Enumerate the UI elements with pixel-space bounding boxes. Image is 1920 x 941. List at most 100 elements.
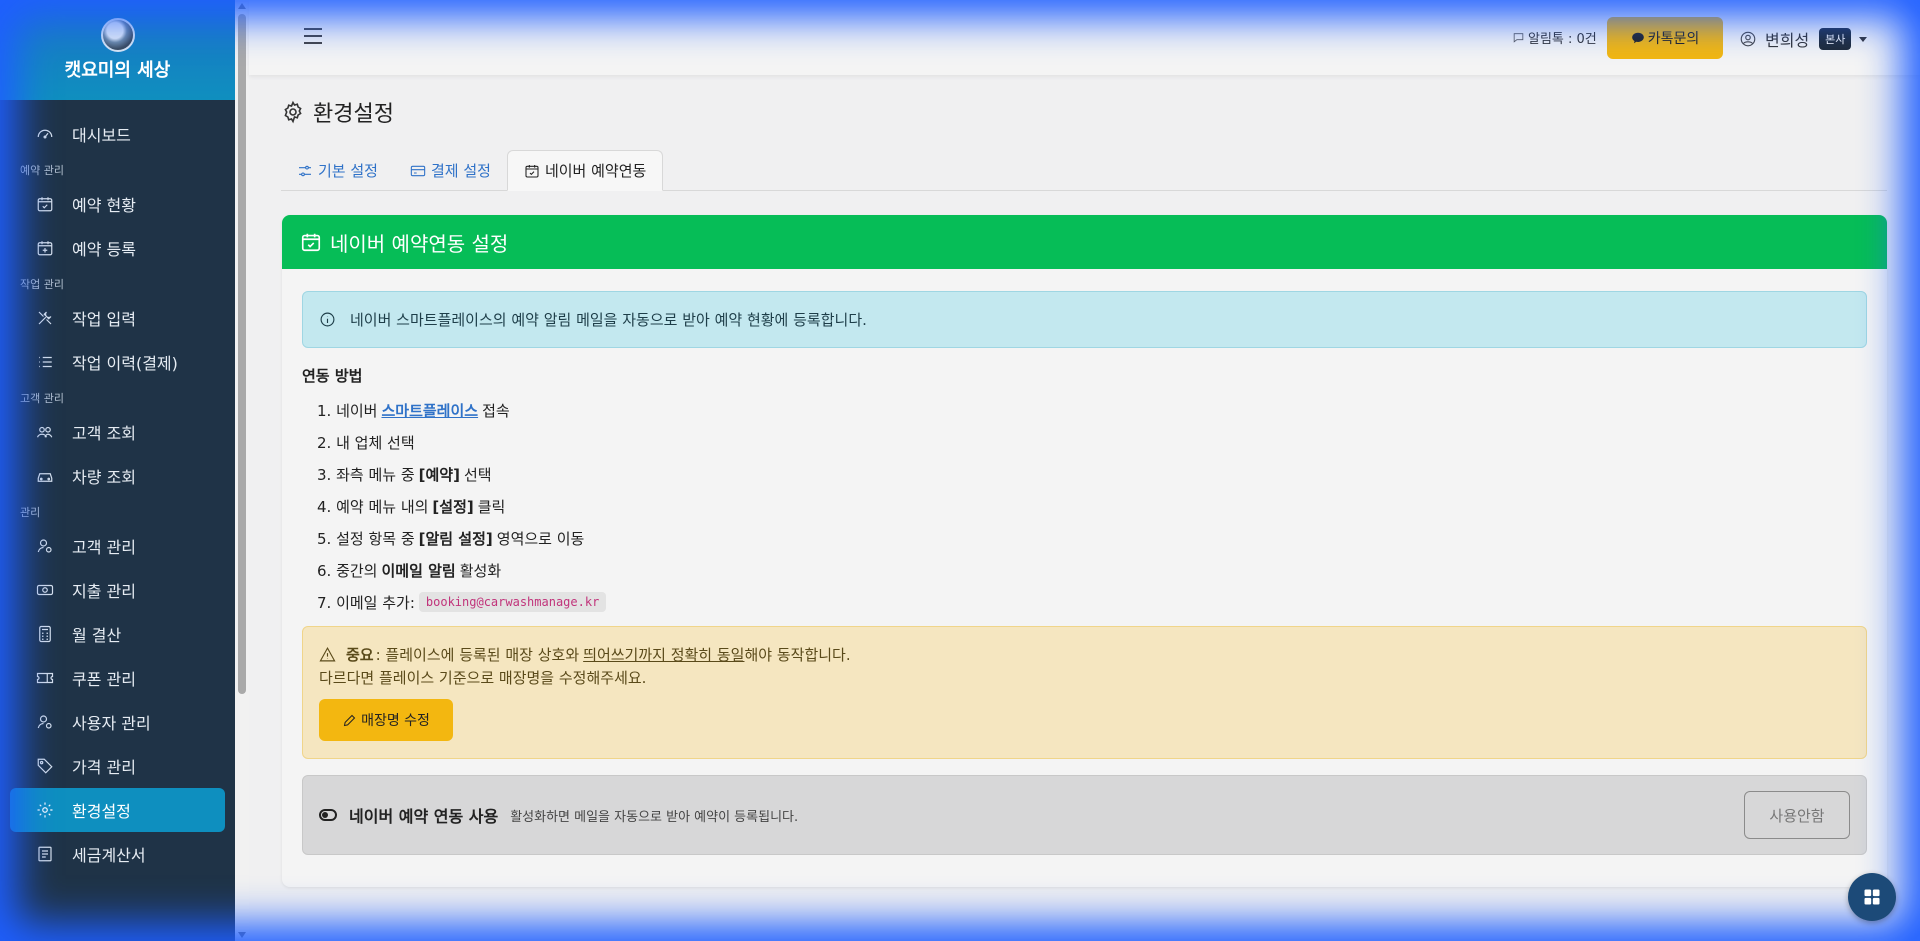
sidebar-scrollbar[interactable]: [235, 0, 249, 941]
sidebar-brand[interactable]: 캣요미의 세상: [0, 0, 235, 100]
user-circle-icon: [1739, 30, 1757, 48]
card-body: 네이버 스마트플레이스의 예약 알림 메일을 자동으로 받아 예약 현황에 등록…: [282, 269, 1887, 855]
warning-text: : 플레이스에 등록된 매장 상호와: [375, 645, 580, 664]
list-icon: [34, 351, 56, 373]
scroll-up-arrow[interactable]: [238, 3, 246, 9]
step-bold: 이메일 알림: [381, 561, 456, 580]
sidebar-item-customer-lookup[interactable]: 고객 조회: [10, 410, 225, 454]
user-gear-icon: [34, 535, 56, 557]
sidebar-item-coupon[interactable]: 쿠폰 관리: [10, 656, 225, 700]
dashboard-icon: [34, 123, 56, 145]
tab-label: 네이버 예약연동: [544, 162, 647, 180]
sidebar-item-label: 월 결산: [72, 626, 122, 645]
cash-icon: [34, 579, 56, 601]
method-title: 연동 방법: [302, 367, 363, 385]
card-header: 네이버 예약연동 설정: [282, 215, 1887, 269]
step-bold: [설정]: [432, 497, 474, 516]
step-text: 클릭: [477, 497, 506, 516]
step-2: 2. 내 업체 선택: [317, 426, 1867, 458]
chat-bubble-icon: [1631, 32, 1644, 44]
sidebar-list: 대시보드 예약 관리 예약 현황 예약 등록 작업 관리 작업 입력 작업 이력…: [0, 100, 235, 876]
sidebar-item-work-history[interactable]: 작업 이력(결제): [10, 340, 225, 384]
brand-avatar: [100, 18, 135, 52]
step-6: 6. 중간의 이메일 알림 활성화: [317, 554, 1867, 586]
sidebar-item-label: 대시보드: [72, 126, 131, 145]
steps-list: 1. 네이버 스마트플레이스 접속 2. 내 업체 선택 3. 좌측 메뉴 중 …: [302, 394, 1867, 618]
sidebar-item-label: 고객 관리: [72, 538, 136, 557]
toggle-use-button[interactable]: 사용안함: [1744, 791, 1850, 839]
info-alert-text: 네이버 스마트플레이스의 예약 알림 메일을 자동으로 받아 예약 현황에 등록…: [350, 311, 867, 329]
calendar-plus-icon: [34, 237, 56, 259]
scroll-down-arrow[interactable]: [238, 932, 246, 938]
sidebar-item-dashboard[interactable]: 대시보드: [10, 112, 225, 156]
step-bold: [알림 설정]: [418, 529, 493, 548]
booking-email-code: booking@carwashmanage.kr: [418, 592, 607, 612]
main-content: 알림톡 : 0건 카톡문의 변희성 본사 환경설정 기본 설정 결제 설정 네이…: [249, 0, 1920, 941]
credit-card-icon: [410, 165, 426, 176]
sidebar-item-customer-manage[interactable]: 고객 관리: [10, 524, 225, 568]
sidebar-item-work-input[interactable]: 작업 입력: [10, 296, 225, 340]
tab-naver-booking[interactable]: 네이버 예약연동: [506, 150, 664, 191]
chevron-down-icon: [1859, 36, 1868, 42]
toggle-icon: [319, 809, 337, 821]
scroll-thumb[interactable]: [238, 14, 246, 694]
step-text: 활성화: [459, 561, 502, 580]
edit-store-name-button[interactable]: 매장명 수정: [319, 699, 453, 741]
step-text: 3. 좌측 메뉴 중: [317, 465, 415, 484]
hamburger-menu-icon[interactable]: [304, 28, 322, 44]
kakao-inquiry-button[interactable]: 카톡문의: [1607, 17, 1723, 59]
kakao-notice[interactable]: 알림톡 : 0건: [1512, 28, 1597, 47]
sidebar-item-label: 작업 이력(결제): [72, 354, 178, 373]
apps-grid-button[interactable]: [1848, 873, 1896, 921]
sidebar-item-label: 작업 입력: [72, 310, 136, 329]
step-4: 4. 예약 메뉴 내의 [설정] 클릭: [317, 490, 1867, 522]
sidebar-item-monthly-settlement[interactable]: 월 결산: [10, 612, 225, 656]
smartplace-link[interactable]: 스마트플레이스: [381, 400, 478, 421]
sidebar-item-reservation-status[interactable]: 예약 현황: [10, 182, 225, 226]
page-title-text: 환경설정: [313, 102, 394, 127]
warning-bold: 중요: [346, 645, 374, 664]
warning-text: 해야 동작합니다.: [744, 645, 851, 664]
calendar-check-icon: [301, 233, 321, 252]
sidebar-item-label: 지출 관리: [72, 582, 136, 601]
sidebar-item-expense[interactable]: 지출 관리: [10, 568, 225, 612]
tab-basic-settings[interactable]: 기본 설정: [281, 150, 394, 191]
pencil-icon: [343, 714, 356, 726]
sidebar-item-user-manage[interactable]: 사용자 관리: [10, 700, 225, 744]
tab-payment-settings[interactable]: 결제 설정: [394, 150, 507, 191]
sidebar-item-vehicle-lookup[interactable]: 차량 조회: [10, 454, 225, 498]
sidebar: 캣요미의 세상 대시보드 예약 관리 예약 현황 예약 등록 작업 관리 작업 …: [0, 0, 235, 941]
sidebar-section-reservation: 예약 관리: [20, 164, 64, 177]
naver-booking-card: 네이버 예약연동 설정 네이버 스마트플레이스의 예약 알림 메일을 자동으로 …: [282, 215, 1887, 887]
kakao-inquiry-label: 카톡문의: [1647, 31, 1700, 47]
sidebar-item-settings[interactable]: 환경설정: [10, 788, 225, 832]
tools-icon: [34, 307, 56, 329]
calendar-check-icon: [34, 193, 56, 215]
warning-line-1: 중요 : 플레이스에 등록된 매장 상호와 띄어쓰기까지 정확히 동일 해야 동…: [319, 643, 1850, 665]
sidebar-section-customer: 고객 관리: [20, 392, 64, 405]
user-name: 변희성: [1765, 31, 1810, 50]
calculator-icon: [34, 623, 56, 645]
sidebar-item-label: 사용자 관리: [72, 714, 151, 733]
gear-icon: [284, 100, 302, 124]
sidebar-item-tax-invoice[interactable]: 세금계산서: [10, 832, 225, 876]
warning-line-2: 다르다면 플레이스 기준으로 매장명을 수정해주세요.: [319, 668, 647, 687]
sidebar-section-work: 작업 관리: [20, 278, 64, 291]
sidebar-item-label: 세금계산서: [72, 846, 146, 865]
sidebar-item-label: 쿠폰 관리: [72, 670, 136, 689]
sidebar-item-price[interactable]: 가격 관리: [10, 744, 225, 788]
sidebar-item-reservation-register[interactable]: 예약 등록: [10, 226, 225, 270]
step-text: 5. 설정 항목 중: [317, 529, 415, 548]
people-icon: [34, 421, 56, 443]
grid-icon: [1864, 889, 1880, 905]
tab-label: 기본 설정: [318, 162, 378, 180]
sidebar-item-label: 예약 등록: [72, 240, 136, 259]
warning-triangle-icon: [319, 646, 336, 661]
step-text: 4. 예약 메뉴 내의: [317, 497, 429, 516]
step-1: 1. 네이버 스마트플레이스 접속: [317, 394, 1867, 426]
naver-toggle-panel: 네이버 예약 연동 사용 활성화하면 메일을 자동으로 받아 예약이 등록됩니다…: [302, 775, 1867, 855]
user-menu[interactable]: 변희성 본사: [1739, 27, 1868, 51]
sidebar-item-label: 예약 현황: [72, 196, 136, 215]
tag-icon: [34, 755, 56, 777]
car-icon: [34, 465, 56, 487]
